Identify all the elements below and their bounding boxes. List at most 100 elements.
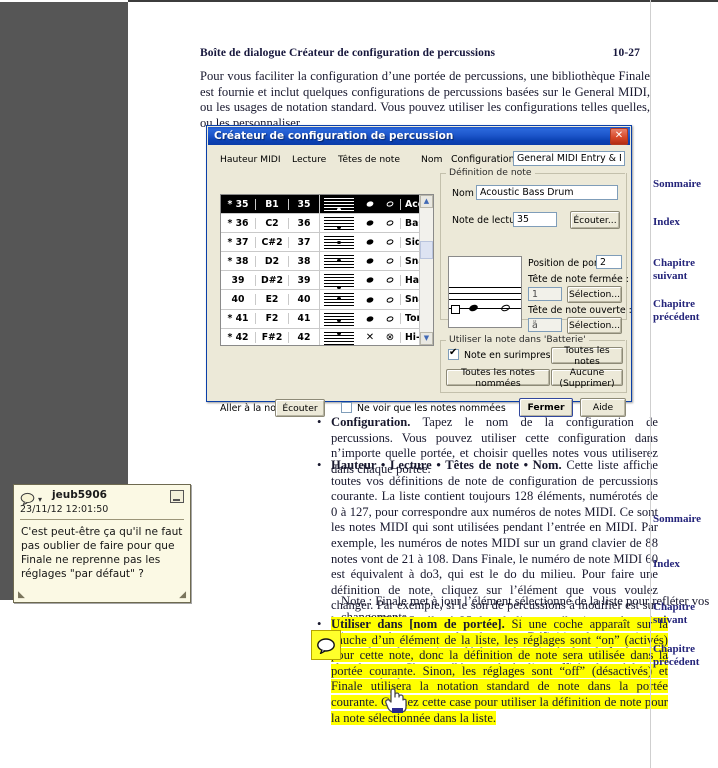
intro-paragraph: Pour vous faciliter la configuration d’u… <box>200 69 650 130</box>
open-head-label: Tête de note ouverte : <box>528 305 632 316</box>
resize-grip-left-icon[interactable]: ◣ <box>18 590 25 600</box>
staff-icon <box>324 274 354 290</box>
table-row[interactable]: 40E240Snare (Elec... <box>221 290 433 310</box>
filled-notehead-icon <box>365 238 375 246</box>
open-head-select-button[interactable]: Sélection... <box>567 317 622 334</box>
note-list-scrollbar[interactable]: ▲ ▼ <box>419 195 433 345</box>
table-row[interactable]: * 42F#242✕⊗Hi-Hat Clos... <box>221 328 433 345</box>
row-open-notehead <box>380 310 400 328</box>
row-playback-note: 42 <box>288 332 319 344</box>
row-pitch-name: C2 <box>255 217 288 229</box>
note-list[interactable]: * 35B135Acoustic Ba...* 36C236Bass Drum*… <box>220 194 434 346</box>
hollow-notehead-icon <box>385 276 395 284</box>
note-name-input[interactable] <box>476 185 618 200</box>
dialog-title-bar[interactable]: Créateur de configuration de percussion … <box>208 127 630 145</box>
hollow-notehead-icon <box>385 219 395 227</box>
row-pitch-name: F#2 <box>255 332 288 344</box>
row-pitch-name: D#2 <box>255 274 288 286</box>
minimize-button[interactable] <box>170 490 184 503</box>
open-notehead-icon <box>385 219 395 227</box>
nav-link-chapitre-precedent-bottom[interactable]: Chapitre précédent <box>653 643 715 668</box>
nav-link-chapitre-suivant-top[interactable]: Chapitre suivant <box>653 257 715 282</box>
row-open-notehead <box>380 290 400 308</box>
closed-head-input[interactable] <box>528 287 562 301</box>
open-notehead-icon: ⊗ <box>385 331 395 343</box>
note-head-preview[interactable] <box>448 256 522 328</box>
help-button[interactable]: Aide <box>580 398 626 417</box>
row-closed-notehead: ✕ <box>360 329 380 345</box>
row-midi-pitch: * 42 <box>227 332 249 344</box>
nav-link-index-top[interactable]: Index <box>653 216 715 229</box>
note-list-rows: * 35B135Acoustic Ba...* 36C236Bass Drum*… <box>221 195 433 345</box>
goto-listen-button[interactable]: Écouter <box>275 399 325 417</box>
closed-head-select-button[interactable]: Sélection... <box>567 286 622 303</box>
row-staff-preview <box>319 309 360 328</box>
notehead-marker <box>337 241 341 245</box>
row-midi-pitch: 39 <box>231 274 245 286</box>
row-open-notehead <box>380 233 400 251</box>
nav-link-chapitre-precedent-top[interactable]: Chapitre précédent <box>653 298 715 323</box>
nav-link-sommaire-top[interactable]: Sommaire <box>653 178 715 191</box>
staff-position-input[interactable] <box>596 255 622 269</box>
closed-notehead-icon <box>365 295 375 304</box>
note-position-handle[interactable] <box>451 304 460 314</box>
page-running-head: 10-27 Boîte de dialogue Créateur de conf… <box>200 47 640 59</box>
closed-notehead-icon <box>365 315 375 323</box>
table-row[interactable]: 39D#239Hand Clap <box>221 271 433 291</box>
row-pitch-name: D2 <box>255 255 288 267</box>
row-midi-pitch: * 36 <box>227 217 249 229</box>
resize-grip-right-icon[interactable]: ◢ <box>179 590 186 600</box>
all-named-notes-button[interactable]: Toutes les notes nommées <box>446 367 550 389</box>
none-delete-button[interactable]: Aucune (Supprimer) <box>551 367 623 389</box>
row-playback-note: 37 <box>288 236 319 248</box>
table-row[interactable]: * 36C236Bass Drum <box>221 214 433 234</box>
staff-icon <box>324 236 354 250</box>
nav-link-index-bottom[interactable]: Index <box>653 558 715 571</box>
filled-notehead-icon <box>365 276 375 284</box>
nav-link-chapitre-suivant-bottom[interactable]: Chapitre suivant <box>653 601 715 626</box>
pdf-sticky-note-popup[interactable]: ▾ jeub5906 23/11/12 12:01:50 C'est peut-… <box>13 484 191 603</box>
running-head-title: Boîte de dialogue Créateur de configurat… <box>200 47 496 59</box>
read-note-input[interactable] <box>513 212 557 227</box>
overlay-note-checkbox[interactable] <box>448 347 459 360</box>
listen-button[interactable]: Écouter... <box>570 211 620 229</box>
chevron-down-icon[interactable]: ▾ <box>38 495 42 504</box>
close-dialog-button[interactable]: Fermer <box>519 398 573 417</box>
closed-notehead-icon: ✕ <box>365 331 375 343</box>
table-row[interactable]: * 41F241Tom 5 (low ... <box>221 309 433 329</box>
row-playback-note: 41 <box>288 313 319 325</box>
use-note-group-title: Utiliser la note dans 'Batterie' <box>446 334 589 345</box>
hollow-notehead-icon <box>385 200 395 208</box>
only-named-notes-checkbox[interactable] <box>341 402 352 413</box>
comment-bubble-icon[interactable] <box>311 630 341 660</box>
all-notes-button[interactable]: Toutes les notes <box>551 345 623 367</box>
staff-icon <box>324 312 354 326</box>
sticky-note-body[interactable]: C'est peut-être ça qu'il ne faut pas oub… <box>21 525 185 581</box>
staff-line <box>449 299 521 300</box>
hollow-notehead-icon <box>385 238 395 246</box>
open-notehead-icon <box>385 276 395 284</box>
reader-side-panel <box>0 0 128 768</box>
notehead-marker <box>337 331 341 335</box>
scroll-up-icon[interactable]: ▲ <box>420 195 433 208</box>
row-playback-note: 35 <box>288 198 319 210</box>
open-head-input[interactable] <box>528 318 562 332</box>
sticky-note-header: ▾ jeub5906 23/11/12 12:01:50 <box>14 485 190 519</box>
staff-icon <box>324 331 354 345</box>
column-header-hauteur: Hauteur MIDI <box>220 154 281 165</box>
row-open-notehead <box>380 252 400 270</box>
column-header-tetes: Têtes de note <box>338 154 401 165</box>
table-row[interactable]: * 38D238Snare (Aco... <box>221 252 433 272</box>
nav-link-sommaire-bottom[interactable]: Sommaire <box>653 513 715 526</box>
row-midi-pitch: * 41 <box>227 313 249 325</box>
configuration-input[interactable] <box>513 151 625 166</box>
table-row[interactable]: * 35B135Acoustic Ba... <box>221 195 433 215</box>
close-icon[interactable]: ✕ <box>610 128 628 145</box>
table-row[interactable]: * 37C#237Side Stick <box>221 233 433 253</box>
closed-notehead-icon <box>365 200 375 208</box>
open-notehead-icon <box>385 295 395 304</box>
open-notehead-icon <box>385 315 395 323</box>
scroll-down-icon[interactable]: ▼ <box>420 332 433 345</box>
scrollbar-thumb[interactable] <box>420 241 433 259</box>
row-pitch-name: B1 <box>255 198 288 210</box>
